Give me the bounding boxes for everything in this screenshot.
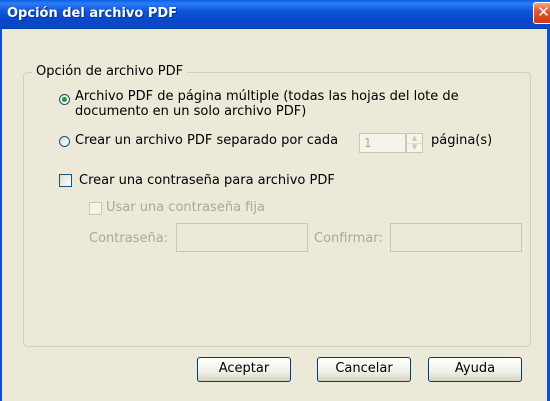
confirm-field[interactable]: [390, 223, 522, 252]
pages-per-file-input[interactable]: 1: [359, 133, 406, 153]
ok-button[interactable]: Aceptar: [197, 357, 291, 382]
help-button[interactable]: Ayuda: [428, 357, 522, 382]
password-label: Contraseña:: [89, 231, 169, 246]
fixed-password-checkbox[interactable]: [89, 202, 102, 215]
create-password-label[interactable]: Crear una contraseña para archivo PDF: [79, 173, 335, 188]
create-password-checkbox[interactable]: [59, 174, 72, 187]
pages-spinner[interactable]: ▲ ▼: [406, 133, 423, 153]
separate-radio[interactable]: [59, 136, 70, 147]
password-field[interactable]: [176, 223, 308, 252]
pages-suffix-label: página(s): [431, 133, 493, 148]
group-label: Opción de archivo PDF: [32, 64, 188, 79]
cancel-button[interactable]: Cancelar: [317, 357, 411, 382]
spin-down-icon[interactable]: ▼: [407, 143, 422, 152]
fixed-password-label: Usar una contraseña fija: [106, 200, 265, 215]
close-button[interactable]: ✕: [533, 2, 550, 24]
multipage-label[interactable]: Archivo PDF de página múltiple (todas la…: [75, 89, 495, 119]
window-frame-left: [0, 28, 2, 401]
title-bar[interactable]: Opción del archivo PDF: [0, 0, 550, 29]
separate-label[interactable]: Crear un archivo PDF separado por cada: [75, 133, 338, 148]
multipage-radio[interactable]: [59, 94, 70, 105]
confirm-label: Confirmar:: [314, 231, 383, 246]
window-title: Opción del archivo PDF: [7, 6, 178, 21]
close-icon: ✕: [537, 3, 550, 21]
